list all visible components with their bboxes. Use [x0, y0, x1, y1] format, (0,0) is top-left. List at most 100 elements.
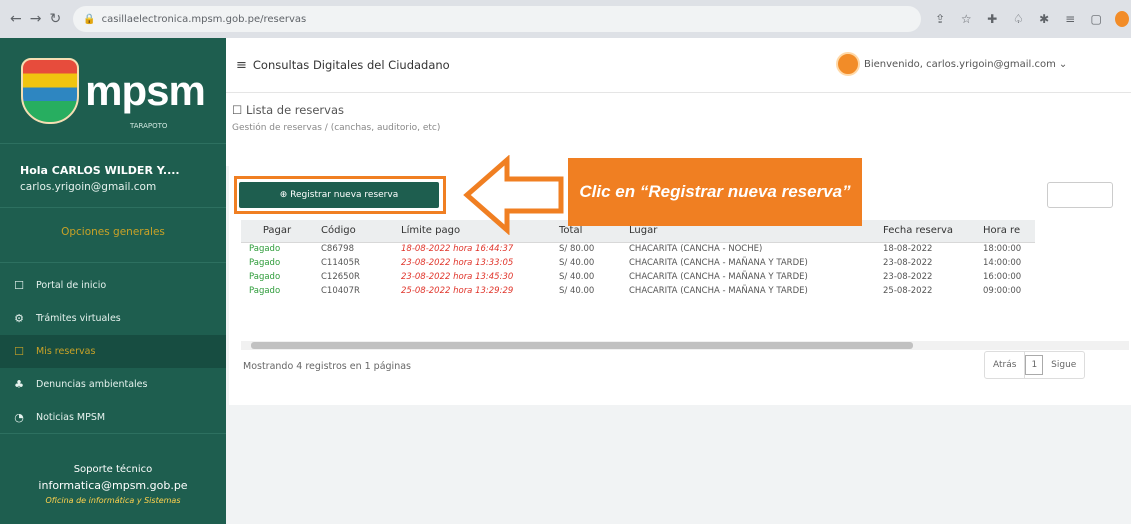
cell-total: S/ 80.00: [559, 244, 595, 255]
cell-fecha: 23-08-2022: [883, 272, 933, 282]
horizontal-scrollbar[interactable]: [241, 341, 1129, 350]
col-fecha: Fecha reserva: [875, 220, 975, 243]
cell-codigo: C11405R: [321, 258, 360, 268]
pagination-page[interactable]: 1: [1025, 355, 1044, 375]
forward-icon[interactable]: →: [30, 10, 42, 28]
cell-hora: 09:00:00: [983, 286, 1022, 296]
star-icon[interactable]: ☆: [959, 12, 973, 26]
extension-icon[interactable]: ✚: [985, 12, 999, 26]
support-info: Soporte técnico informatica@mpsm.gob.pe …: [0, 433, 226, 524]
sidebar-item-label: Portal de inicio: [36, 280, 107, 291]
cell-hora: 18:00:00: [983, 244, 1022, 255]
sidebar-item-denuncias[interactable]: ♣ Denuncias ambientales: [0, 368, 226, 401]
support-email[interactable]: informatica@mpsm.gob.pe: [0, 479, 226, 492]
cell-pagar[interactable]: Pagado: [241, 284, 313, 298]
bell-icon: ◔: [14, 411, 24, 424]
page-title: ☐ Lista de reservas: [232, 103, 1131, 117]
logo-text: mpsm: [85, 66, 206, 114]
square-icon: ☐: [14, 345, 24, 358]
reservations-table: Pagar Código Límite pago Total Lugar Fec…: [241, 220, 1129, 340]
col-hora: Hora re: [975, 220, 1035, 243]
col-pagar: Pagar: [241, 220, 313, 243]
cell-lugar: CHACARITA (CANCHA - NOCHE): [629, 244, 763, 255]
page-header: ☐ Lista de reservas Gestión de reservas …: [226, 93, 1131, 166]
cell-fecha: 23-08-2022: [883, 258, 933, 268]
sidebar-item-tramites[interactable]: ⚙ Trámites virtuales: [0, 302, 226, 335]
lock-icon: 🔒: [83, 13, 96, 25]
sidebar-item-label: Noticias MPSM: [36, 412, 106, 423]
cell-fecha: 25-08-2022: [883, 286, 933, 296]
pagination: Atrás 1 Sigue: [984, 351, 1086, 379]
logo-subtitle: TARAPOTO: [130, 122, 168, 130]
section-label: Opciones generales: [0, 208, 226, 263]
sidebar-item-noticias[interactable]: ◔ Noticias MPSM: [0, 401, 226, 434]
browser-toolbar: ← → ↻ 🔒 casillaelectronica.mpsm.gob.pe/r…: [0, 0, 1131, 38]
cell-codigo: C86798: [321, 244, 354, 255]
search-input[interactable]: [1047, 182, 1113, 208]
cell-hora: 14:00:00: [983, 258, 1022, 268]
back-icon[interactable]: ←: [10, 10, 22, 28]
user-email: carlos.yrigoin@gmail.com: [20, 181, 157, 193]
sidebar-item-portal[interactable]: ☐ Portal de inicio: [0, 269, 226, 302]
annotation-callout: Clic en “Registrar nueva reserva”: [568, 158, 862, 226]
records-summary: Mostrando 4 registros en 1 páginas: [243, 361, 411, 372]
breadcrumb: Gestión de reservas / (canchas, auditori…: [232, 123, 1131, 133]
logo[interactable]: mpsm TARAPOTO: [0, 38, 226, 144]
chevron-down-icon: ⌄: [1058, 58, 1068, 70]
puzzle-icon[interactable]: ✱: [1037, 12, 1051, 26]
url-text: casillaelectronica.mpsm.gob.pe/reservas: [101, 13, 307, 25]
cell-limite: 25-08-2022 hora 13:29:29: [401, 286, 514, 296]
profile-avatar[interactable]: [1115, 11, 1130, 27]
breadcrumb-sub: (canchas, auditorio, etc): [330, 123, 441, 133]
cell-limite: 18-08-2022 hora 16:44:37: [401, 244, 514, 255]
sidepanel-icon[interactable]: ▢: [1089, 12, 1103, 26]
col-codigo: Código: [313, 220, 393, 243]
cell-lugar: CHACARITA (CANCHA - MAÑANA Y TARDE): [629, 272, 808, 282]
cell-total: S/ 40.00: [559, 272, 595, 282]
gear-icon: ⚙: [14, 312, 24, 325]
user-greeting: Hola CARLOS WILDER Y....: [20, 164, 180, 177]
cell-total: S/ 40.00: [559, 286, 595, 296]
table-row: Pagado C11405R 23-08-2022 hora 13:33:05 …: [241, 256, 1035, 270]
cell-lugar: CHACARITA (CANCHA - MAÑANA Y TARDE): [629, 286, 808, 296]
breadcrumb-main[interactable]: Gestión de reservas: [232, 123, 322, 133]
extension-icon[interactable]: ♤: [1011, 12, 1025, 26]
address-bar[interactable]: 🔒 casillaelectronica.mpsm.gob.pe/reserva…: [73, 6, 922, 32]
cell-hora: 16:00:00: [983, 272, 1022, 282]
playlist-icon[interactable]: ≡: [1063, 12, 1077, 26]
user-menu[interactable]: Bienvenido, carlos.yrigoin@gmail.com ⌄: [836, 52, 1067, 76]
cell-pagar[interactable]: Pagado: [241, 256, 313, 270]
cell-lugar: CHACARITA (CANCHA - MAÑANA Y TARDE): [629, 258, 808, 268]
share-icon[interactable]: ⇪: [933, 12, 947, 26]
square-icon: ☐: [14, 279, 24, 292]
sidebar-item-reservas[interactable]: ☐ Mis reservas: [0, 335, 226, 368]
cell-total: S/ 40.00: [559, 258, 595, 268]
square-icon: ☐: [232, 103, 243, 117]
page-title-text: Lista de reservas: [245, 103, 344, 117]
cell-codigo: C10407R: [321, 286, 360, 296]
user-info: Hola CARLOS WILDER Y.... carlos.yrigoin@…: [0, 144, 226, 208]
pagination-next[interactable]: Sigue: [1043, 352, 1084, 378]
support-title: Soporte técnico: [73, 464, 153, 475]
cell-pagar[interactable]: Pagado: [241, 270, 313, 284]
tree-icon: ♣: [14, 378, 24, 391]
cell-fecha: 18-08-2022: [883, 244, 933, 255]
cell-limite: 23-08-2022 hora 13:33:05: [401, 258, 514, 268]
crest-icon: [21, 57, 80, 124]
table-row: Pagado C10407R 25-08-2022 hora 13:29:29 …: [241, 284, 1035, 298]
avatar: [836, 52, 860, 76]
top-bar: ≡ Consultas Digitales del Ciudadano Bien…: [226, 38, 1131, 93]
table-row: Pagado C12650R 23-08-2022 hora 13:45:30 …: [241, 270, 1035, 284]
hamburger-icon[interactable]: ≡: [236, 58, 247, 73]
cell-pagar[interactable]: Pagado: [241, 242, 313, 256]
sidebar-menu: ☐ Portal de inicio ⚙ Trámites virtuales ☐ M…: [0, 269, 226, 434]
support-office: Oficina de informática y Sistemas: [45, 496, 181, 505]
pagination-prev[interactable]: Atrás: [985, 352, 1026, 378]
welcome-text: Bienvenido, carlos.yrigoin@gmail.com: [864, 58, 1056, 70]
table-row: Pagado C86798 18-08-2022 hora 16:44:37 S…: [241, 242, 1035, 256]
sidebar-item-label: Denuncias ambientales: [36, 379, 148, 390]
reload-icon[interactable]: ↻: [49, 10, 61, 28]
highlight-box: [234, 176, 446, 214]
scrollbar-thumb[interactable]: [251, 342, 913, 349]
cell-limite: 23-08-2022 hora 13:45:30: [401, 272, 514, 282]
